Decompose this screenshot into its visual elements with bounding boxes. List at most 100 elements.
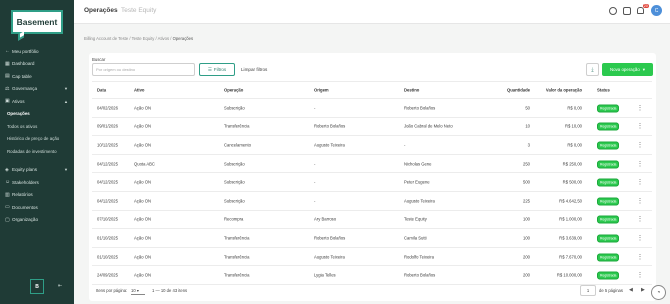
table-row[interactable]: 04/02/2026 Ação ON Subscrição - Roberto Bola… (92, 99, 652, 118)
cell-quantidade: 500 (523, 179, 530, 185)
breadcrumb-item[interactable]: Ativos (158, 36, 169, 41)
table-row[interactable]: 04/12/2025 Ação ON Subscrição - Peter Eugene… (92, 173, 652, 192)
sidebar: Basement ← Meu portfólio ▦ Dashboard ▤ C… (0, 0, 74, 304)
cell-origem: Ary Barroso (314, 216, 337, 222)
sidebar-nav: ← Meu portfólio ▦ Dashboard ▤ Cap table … (0, 45, 74, 226)
row-menu-icon[interactable]: ⋮ (637, 216, 643, 223)
row-menu-icon[interactable]: ⋮ (637, 123, 643, 130)
sidebar-item-label: Ativos (12, 98, 25, 104)
filters-label: Filtros (213, 67, 227, 72)
breadcrumb-item[interactable]: Teste Equity (132, 36, 155, 41)
cell-data: 24/09/2025 (97, 272, 118, 278)
sidebar-item-cap-table[interactable]: ▤ Cap table (0, 70, 74, 83)
row-menu-icon[interactable]: ⋮ (637, 197, 643, 204)
notifications-button[interactable]: 20 (637, 3, 649, 15)
pagination: Itens por página: 10 ▾ 1 — 10 de 43 iten… (92, 285, 652, 297)
breadcrumb-item[interactable]: Billing Account de Teste (84, 36, 128, 41)
items-per-page-select[interactable]: 10 ▾ (131, 286, 145, 295)
cell-destino: João Cabral de Melo Neto (404, 123, 453, 129)
brand-logo[interactable]: Basement (11, 10, 63, 34)
help-icon[interactable] (609, 6, 617, 15)
sidebar-item-equity-plans[interactable]: ◈ Equity plans ▼ (0, 164, 74, 177)
camera-icon[interactable] (623, 6, 631, 15)
header-quantidade[interactable]: Quantidade (507, 88, 530, 93)
table-row[interactable]: 04/12/2025 Quota ABC Subscrição - Nicholas G… (92, 155, 652, 174)
table-icon: ▤ (5, 73, 10, 80)
sidebar-item-organizacao[interactable]: ▢ Organização (0, 214, 74, 227)
cell-quantidade: 100 (523, 216, 530, 222)
cell-operacao: Transferência (224, 235, 250, 241)
table-row[interactable]: 24/09/2025 Ação ON Transferência Lygia Tell… (92, 266, 652, 285)
table-header: Data Ativo Operação Origem Destino Quant… (92, 81, 652, 99)
status-badge: Registrada (597, 104, 620, 113)
cell-operacao: Subscrição (224, 161, 245, 167)
sidebar-item-stakeholders[interactable]: ☺ Stakeholders (0, 176, 74, 189)
table-row[interactable]: 10/12/2025 Ação ON Cancelamento Augusto Tei… (92, 136, 652, 155)
stakeholders-icon: ☺ (5, 179, 11, 186)
organization-icon: ▢ (5, 216, 10, 223)
cell-origem: Augusto Teixeira (314, 254, 345, 260)
cell-data: 01/10/2025 (97, 235, 118, 241)
table-row[interactable]: 01/10/2025 Ação ON Transferência Augusto Te… (92, 248, 652, 267)
cell-ativo: Ação ON (134, 198, 151, 204)
next-page-icon[interactable]: ▶ (641, 287, 645, 293)
sidebar-item-documentos[interactable]: ▭ Documentos (0, 201, 74, 214)
equity-icon: ◈ (5, 166, 9, 173)
avatar[interactable]: C (651, 5, 662, 16)
sidebar-subitem-rodadas[interactable]: Rodadas de investimento (0, 145, 74, 158)
table-row[interactable]: 09/01/2026 Ação ON Transferência Roberto Bo… (92, 118, 652, 137)
status-cell: Registrada (597, 141, 620, 150)
row-menu-icon[interactable]: ⋮ (637, 272, 643, 279)
row-menu-icon[interactable]: ⋮ (637, 141, 643, 148)
cell-quantidade: 100 (523, 235, 530, 241)
status-cell: Registrada (597, 104, 620, 113)
previous-page-icon[interactable]: ◀ (629, 287, 633, 293)
sidebar-subitem-operacoes[interactable]: Operações (0, 108, 74, 121)
sidebar-subitem-todos-os-ativos[interactable]: Todos os ativos (0, 120, 74, 133)
items-per-page-label: Itens por página: (96, 288, 128, 293)
row-menu-icon[interactable]: ⋮ (637, 160, 643, 167)
table-row[interactable]: 07/10/2025 Ação ON Recompra Ary Barroso Test… (92, 211, 652, 230)
download-button[interactable]: ⤓ (586, 63, 599, 76)
status-badge: Registrada (597, 215, 620, 224)
table-row[interactable]: 04/12/2025 Ação ON Subscrição - Augusto Teix… (92, 192, 652, 211)
sidebar-item-governanca[interactable]: ⚖ Governança ▼ (0, 83, 74, 96)
new-operation-button[interactable]: Nova operação ▾ (602, 63, 653, 76)
sidebar-subitem-historico-preco[interactable]: Histórico de preço de ação (0, 133, 74, 146)
chat-support-button[interactable]: ◔ (651, 285, 666, 300)
row-menu-icon[interactable]: ⋮ (637, 104, 643, 111)
collapse-sidebar-icon[interactable]: ⇤ (58, 283, 62, 289)
assets-icon: ▣ (5, 98, 10, 105)
cell-ativo: Ação ON (134, 105, 151, 111)
documents-icon: ▭ (5, 204, 10, 211)
cell-data: 04/02/2026 (97, 105, 118, 111)
status-cell: Registrada (597, 178, 620, 187)
chevron-down-icon: ▼ (64, 167, 68, 173)
row-menu-icon[interactable]: ⋮ (637, 179, 643, 186)
sidebar-item-relatorios[interactable]: ▥ Relatórios (0, 189, 74, 202)
header-ativo[interactable]: Ativo (134, 88, 144, 93)
clear-filters-button[interactable]: Limpar filtros (241, 67, 267, 72)
header-status[interactable]: Status (597, 88, 610, 93)
bell-icon (637, 6, 644, 14)
sidebar-item-meu-portfolio[interactable]: ← Meu portfólio (0, 45, 74, 58)
header-data[interactable]: Data (97, 88, 106, 93)
cell-destino: Peter Eugene (404, 179, 430, 185)
chevron-down-icon: ▼ (64, 86, 68, 92)
sidebar-item-dashboard[interactable]: ▦ Dashboard (0, 58, 74, 71)
sidebar-item-ativos[interactable]: ▣ Ativos ▲ (0, 95, 74, 108)
filters-button[interactable]: ☰ Filtros (199, 63, 235, 76)
header-origem[interactable]: Origem (314, 88, 329, 93)
footer-logo: B (30, 279, 44, 294)
cell-data: 04/12/2025 (97, 198, 118, 204)
row-menu-icon[interactable]: ⋮ (637, 253, 643, 260)
search-input[interactable]: Por origem ou destino (92, 63, 195, 76)
page-input[interactable]: 1 (580, 285, 596, 296)
cell-operacao: Subscrição (224, 105, 245, 111)
sidebar-item-label: Cap table (12, 73, 32, 79)
header-valor[interactable]: Valor da operação (546, 88, 582, 93)
header-destino[interactable]: Destino (404, 88, 419, 93)
row-menu-icon[interactable]: ⋮ (637, 234, 643, 241)
table-row[interactable]: 01/10/2025 Ação ON Transferência Roberto Bo… (92, 229, 652, 248)
header-operacao[interactable]: Operação (224, 88, 243, 93)
